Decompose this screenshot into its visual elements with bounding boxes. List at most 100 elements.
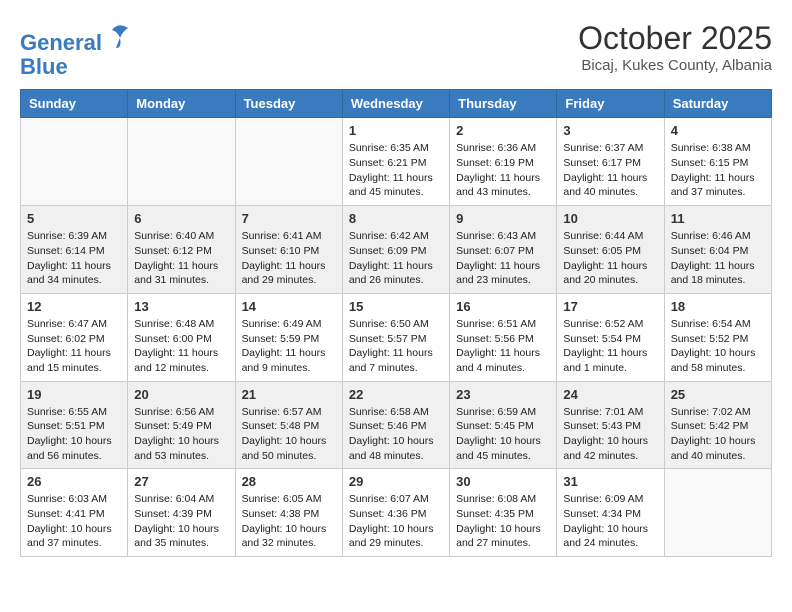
day-info: Sunrise: 6:51 AM Sunset: 5:56 PM Dayligh…	[456, 317, 550, 376]
title-block: October 2025 Bicaj, Kukes County, Albani…	[578, 20, 772, 74]
calendar-table: SundayMondayTuesdayWednesdayThursdayFrid…	[20, 89, 772, 557]
calendar-day: 15Sunrise: 6:50 AM Sunset: 5:57 PM Dayli…	[342, 293, 449, 381]
day-number: 29	[349, 474, 443, 489]
calendar-day: 17 Sunrise: 6:52 AM Sunset: 5:54 PM Dayli…	[557, 293, 664, 381]
day-number: 24	[563, 387, 657, 402]
day-number: 21	[242, 387, 336, 402]
day-info: Sunrise: 6:37 AM Sunset: 6:17 PM Dayligh…	[563, 141, 657, 200]
day-number: 2	[456, 123, 550, 138]
calendar-header-saturday: Saturday	[664, 90, 771, 118]
day-number: 9	[456, 211, 550, 226]
calendar-day: 19Sunrise: 6:55 AM Sunset: 5:51 PM Dayli…	[21, 381, 128, 469]
logo-line2: Blue	[20, 54, 68, 79]
calendar-day: 5 Sunrise: 6:39 AM Sunset: 6:14 PM Daylig…	[21, 206, 128, 294]
calendar-header-sunday: Sunday	[21, 90, 128, 118]
day-number: 7	[242, 211, 336, 226]
day-number: 20	[134, 387, 228, 402]
calendar-day: 21 Sunrise: 6:57 AM Sunset: 5:48 PM Dayli…	[235, 381, 342, 469]
calendar-header-thursday: Thursday	[450, 90, 557, 118]
day-number: 13	[134, 299, 228, 314]
day-info: Sunrise: 6:57 AM Sunset: 5:48 PM Dayligh…	[242, 405, 336, 464]
calendar-header-wednesday: Wednesday	[342, 90, 449, 118]
calendar-header-tuesday: Tuesday	[235, 90, 342, 118]
day-number: 18	[671, 299, 765, 314]
day-info: Sunrise: 6:44 AM Sunset: 6:05 PM Dayligh…	[563, 229, 657, 288]
day-info: Sunrise: 6:46 AM Sunset: 6:04 PM Dayligh…	[671, 229, 765, 288]
day-number: 25	[671, 387, 765, 402]
day-info: Sunrise: 6:38 AM Sunset: 6:15 PM Dayligh…	[671, 141, 765, 200]
day-number: 6	[134, 211, 228, 226]
day-info: Sunrise: 6:47 AM Sunset: 6:02 PM Dayligh…	[27, 317, 121, 376]
calendar-day: 6 Sunrise: 6:40 AM Sunset: 6:12 PM Daylig…	[128, 206, 235, 294]
calendar-day: 24 Sunrise: 7:01 AM Sunset: 5:43 PM Dayli…	[557, 381, 664, 469]
day-info: Sunrise: 6:43 AM Sunset: 6:07 PM Dayligh…	[456, 229, 550, 288]
calendar-day: 10 Sunrise: 6:44 AM Sunset: 6:05 PM Dayli…	[557, 206, 664, 294]
day-number: 22	[349, 387, 443, 402]
calendar-day: 3 Sunrise: 6:37 AM Sunset: 6:17 PM Daylig…	[557, 118, 664, 206]
calendar-day: 9 Sunrise: 6:43 AM Sunset: 6:07 PM Daylig…	[450, 206, 557, 294]
calendar-day: 8 Sunrise: 6:42 AM Sunset: 6:09 PM Daylig…	[342, 206, 449, 294]
calendar-header-row: SundayMondayTuesdayWednesdayThursdayFrid…	[21, 90, 772, 118]
day-info: Sunrise: 6:52 AM Sunset: 5:54 PM Dayligh…	[563, 317, 657, 376]
day-number: 17	[563, 299, 657, 314]
calendar-day: 25Sunrise: 7:02 AM Sunset: 5:42 PM Dayli…	[664, 381, 771, 469]
calendar-day: 2 Sunrise: 6:36 AM Sunset: 6:19 PM Daylig…	[450, 118, 557, 206]
day-number: 4	[671, 123, 765, 138]
day-number: 8	[349, 211, 443, 226]
calendar-day	[21, 118, 128, 206]
day-info: Sunrise: 6:56 AM Sunset: 5:49 PM Dayligh…	[134, 405, 228, 464]
day-info: Sunrise: 6:59 AM Sunset: 5:45 PM Dayligh…	[456, 405, 550, 464]
calendar-week-2: 12Sunrise: 6:47 AM Sunset: 6:02 PM Dayli…	[21, 293, 772, 381]
day-info: Sunrise: 6:40 AM Sunset: 6:12 PM Dayligh…	[134, 229, 228, 288]
calendar-day: 12Sunrise: 6:47 AM Sunset: 6:02 PM Dayli…	[21, 293, 128, 381]
day-info: Sunrise: 6:49 AM Sunset: 5:59 PM Dayligh…	[242, 317, 336, 376]
day-info: Sunrise: 6:42 AM Sunset: 6:09 PM Dayligh…	[349, 229, 443, 288]
calendar-day	[235, 118, 342, 206]
day-info: Sunrise: 6:05 AM Sunset: 4:38 PM Dayligh…	[242, 492, 336, 551]
day-info: Sunrise: 6:41 AM Sunset: 6:10 PM Dayligh…	[242, 229, 336, 288]
page-header: General Blue October 2025 Bicaj, Kukes C…	[20, 20, 772, 79]
day-info: Sunrise: 6:09 AM Sunset: 4:34 PM Dayligh…	[563, 492, 657, 551]
location: Bicaj, Kukes County, Albania	[578, 57, 772, 74]
calendar-day: 14Sunrise: 6:49 AM Sunset: 5:59 PM Dayli…	[235, 293, 342, 381]
calendar-week-3: 19Sunrise: 6:55 AM Sunset: 5:51 PM Dayli…	[21, 381, 772, 469]
day-number: 28	[242, 474, 336, 489]
calendar-day	[128, 118, 235, 206]
calendar-day: 23 Sunrise: 6:59 AM Sunset: 5:45 PM Dayli…	[450, 381, 557, 469]
day-number: 10	[563, 211, 657, 226]
calendar-day: 4 Sunrise: 6:38 AM Sunset: 6:15 PM Daylig…	[664, 118, 771, 206]
day-number: 26	[27, 474, 121, 489]
calendar-day: 30 Sunrise: 6:08 AM Sunset: 4:35 PM Dayli…	[450, 469, 557, 557]
day-number: 11	[671, 211, 765, 226]
calendar-week-1: 5 Sunrise: 6:39 AM Sunset: 6:14 PM Daylig…	[21, 206, 772, 294]
day-info: Sunrise: 7:01 AM Sunset: 5:43 PM Dayligh…	[563, 405, 657, 464]
calendar-week-4: 26 Sunrise: 6:03 AM Sunset: 4:41 PM Dayli…	[21, 469, 772, 557]
calendar-day: 1 Sunrise: 6:35 AM Sunset: 6:21 PM Daylig…	[342, 118, 449, 206]
day-number: 3	[563, 123, 657, 138]
day-info: Sunrise: 6:35 AM Sunset: 6:21 PM Dayligh…	[349, 141, 443, 200]
calendar-day	[664, 469, 771, 557]
calendar-week-0: 1 Sunrise: 6:35 AM Sunset: 6:21 PM Daylig…	[21, 118, 772, 206]
logo: General Blue	[20, 20, 130, 79]
calendar-day: 26 Sunrise: 6:03 AM Sunset: 4:41 PM Dayli…	[21, 469, 128, 557]
logo-bird-icon	[110, 20, 130, 50]
day-number: 5	[27, 211, 121, 226]
day-number: 23	[456, 387, 550, 402]
calendar-day: 22Sunrise: 6:58 AM Sunset: 5:46 PM Dayli…	[342, 381, 449, 469]
day-info: Sunrise: 6:07 AM Sunset: 4:36 PM Dayligh…	[349, 492, 443, 551]
day-number: 1	[349, 123, 443, 138]
calendar-day: 11 Sunrise: 6:46 AM Sunset: 6:04 PM Dayli…	[664, 206, 771, 294]
calendar-day: 13Sunrise: 6:48 AM Sunset: 6:00 PM Dayli…	[128, 293, 235, 381]
day-info: Sunrise: 6:03 AM Sunset: 4:41 PM Dayligh…	[27, 492, 121, 551]
month-title: October 2025	[578, 20, 772, 57]
calendar-day: 27Sunrise: 6:04 AM Sunset: 4:39 PM Dayli…	[128, 469, 235, 557]
day-info: Sunrise: 6:36 AM Sunset: 6:19 PM Dayligh…	[456, 141, 550, 200]
day-info: Sunrise: 6:39 AM Sunset: 6:14 PM Dayligh…	[27, 229, 121, 288]
calendar-day: 18 Sunrise: 6:54 AM Sunset: 5:52 PM Dayli…	[664, 293, 771, 381]
calendar-day: 16Sunrise: 6:51 AM Sunset: 5:56 PM Dayli…	[450, 293, 557, 381]
calendar-day: 20 Sunrise: 6:56 AM Sunset: 5:49 PM Dayli…	[128, 381, 235, 469]
day-info: Sunrise: 6:54 AM Sunset: 5:52 PM Dayligh…	[671, 317, 765, 376]
day-info: Sunrise: 6:08 AM Sunset: 4:35 PM Dayligh…	[456, 492, 550, 551]
calendar-header-monday: Monday	[128, 90, 235, 118]
day-number: 30	[456, 474, 550, 489]
